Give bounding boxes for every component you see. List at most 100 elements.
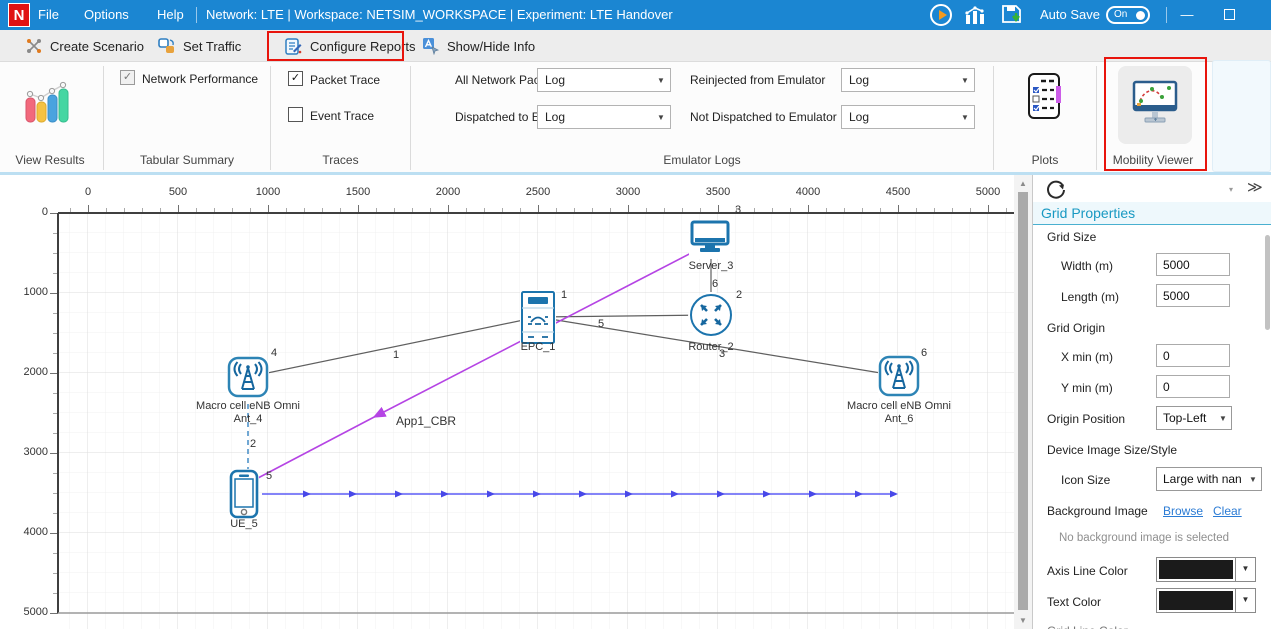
network-performance-label: Network Performance — [142, 72, 259, 86]
router-icon — [690, 294, 732, 336]
grid-line-color-label: Grid Line Color — [1047, 624, 1128, 629]
node-server[interactable] — [689, 220, 731, 259]
enb4-label-line2: Ant_4 — [233, 413, 263, 425]
background-image-label: Background Image — [1047, 504, 1148, 518]
dispatched-to-emulator-value: Log — [545, 110, 566, 124]
menu-options[interactable]: Options — [84, 0, 129, 30]
enb6-label-line2: Ant_6 — [884, 413, 914, 425]
canvas-scrollbar[interactable]: ▲ ▼ — [1014, 175, 1032, 629]
chevron-down-icon: ▼ — [961, 75, 969, 85]
create-scenario-label: Create Scenario — [50, 38, 144, 54]
origin-position-value: Top-Left — [1163, 411, 1207, 425]
panel-title: Grid Properties — [1041, 205, 1136, 221]
maximize-button[interactable] — [1224, 9, 1235, 20]
server-id: 3 — [735, 204, 742, 216]
grid-size-label: Grid Size — [1047, 230, 1097, 244]
browse-link[interactable]: Browse — [1163, 504, 1203, 518]
save-icon[interactable] — [1000, 4, 1024, 26]
ue-label: UE_5 — [230, 518, 258, 530]
x-tick-label: 3000 — [615, 186, 641, 198]
scroll-down-icon[interactable]: ▼ — [1014, 613, 1032, 628]
clear-link[interactable]: Clear — [1213, 504, 1242, 518]
tabular-summary-section-label: Tabular Summary — [139, 153, 235, 167]
scroll-up-icon[interactable]: ▲ — [1014, 176, 1032, 191]
ymin-input[interactable] — [1156, 375, 1230, 398]
all-network-packets-select[interactable]: Log ▼ — [537, 68, 671, 92]
text-color-select[interactable]: ▼ — [1156, 588, 1256, 613]
menu-file[interactable]: File — [38, 0, 59, 30]
scrollbar-thumb[interactable] — [1018, 192, 1028, 610]
origin-position-select[interactable]: Top-Left ▼ — [1156, 406, 1232, 430]
auto-save-toggle[interactable]: On — [1106, 6, 1150, 24]
icon-size-label: Icon Size — [1061, 473, 1111, 487]
not-dispatched-to-emulator-select[interactable]: Log ▼ — [841, 105, 975, 129]
device-image-size-style-label: Device Image Size/Style — [1047, 443, 1178, 457]
panel-scrollbar-thumb[interactable] — [1265, 235, 1270, 330]
node-router[interactable] — [688, 292, 734, 343]
auto-save-label: Auto Save — [1040, 7, 1100, 22]
enb4-label-line1: Macro cell eNB Omni — [196, 400, 300, 412]
run-simulation-icon[interactable] — [930, 4, 952, 26]
chevron-down-icon: ▼ — [657, 112, 665, 122]
plots-icon[interactable] — [1026, 72, 1066, 120]
minimize-button[interactable]: — — [1172, 0, 1202, 30]
server-icon — [690, 220, 730, 252]
packet-trace-checkbox[interactable]: ✓ — [288, 71, 303, 86]
y-tick-label: 0 — [41, 206, 48, 218]
length-label: Length (m) — [1061, 290, 1120, 304]
collapse-panel-icon[interactable]: ≫ — [1247, 178, 1263, 196]
ribbon-end-pane — [1212, 60, 1271, 172]
pin-icon[interactable]: ▾ — [1229, 185, 1233, 194]
show-hide-info-button[interactable]: Show/Hide Info — [422, 30, 535, 62]
x-tick-label: 4000 — [795, 186, 821, 198]
router-label: Router_2 — [688, 341, 734, 353]
axis-line-color-swatch — [1159, 560, 1233, 579]
router-id: 2 — [736, 289, 743, 301]
netsim-window: N File Options Help Network: LTE | Works… — [0, 0, 1271, 629]
y-tick-label: 5000 — [23, 606, 48, 618]
titlebar-separator-2 — [1166, 7, 1167, 23]
chevron-down-icon: ▼ — [1249, 474, 1257, 484]
dispatched-to-emulator-select[interactable]: Log ▼ — [537, 105, 671, 129]
node-enb4[interactable] — [227, 356, 269, 403]
event-trace-checkbox[interactable] — [288, 107, 303, 122]
text-color-swatch — [1159, 591, 1233, 610]
y-tick-label: 1000 — [23, 286, 48, 298]
set-traffic-button[interactable]: Set Traffic — [158, 30, 241, 62]
create-scenario-button[interactable]: Create Scenario — [25, 30, 144, 62]
configure-reports-icon — [285, 37, 302, 55]
enb4-id: 4 — [271, 347, 278, 359]
mobility-viewer-section-label: Mobility Viewer — [1112, 153, 1194, 167]
length-input[interactable] — [1156, 284, 1230, 307]
not-dispatched-to-emulator-label: Not Dispatched to Emulator — [690, 110, 837, 124]
mobility-viewer-button[interactable] — [1118, 66, 1192, 144]
origin-position-label: Origin Position — [1047, 412, 1126, 426]
results-chart-icon[interactable] — [964, 5, 988, 25]
show-hide-info-icon — [423, 38, 440, 55]
enb6-label-line1: Macro cell eNB Omni — [847, 400, 951, 412]
reinjected-from-emulator-value: Log — [849, 73, 870, 87]
x-tick-label: 3500 — [705, 186, 731, 198]
configure-reports-button[interactable]: Configure Reports — [284, 30, 416, 62]
node-ue[interactable] — [229, 469, 259, 524]
menu-help[interactable]: Help — [157, 0, 184, 30]
xmin-input[interactable] — [1156, 344, 1230, 367]
refresh-icon[interactable] — [1045, 179, 1067, 201]
y-tick-label: 3000 — [23, 446, 48, 458]
reinjected-from-emulator-label: Reinjected from Emulator — [690, 73, 826, 87]
server-label: Server_3 — [688, 260, 734, 272]
link-label-enb4-epc: 1 — [393, 349, 400, 361]
icon-size-select[interactable]: Large with nan ▼ — [1156, 467, 1262, 491]
node-enb6[interactable] — [878, 355, 920, 402]
reinjected-from-emulator-select[interactable]: Log ▼ — [841, 68, 975, 92]
width-input[interactable] — [1156, 253, 1230, 276]
all-network-packets-value: Log — [545, 73, 566, 87]
x-tick-label: 5000 — [975, 186, 1001, 198]
view-results-icon[interactable] — [22, 78, 72, 126]
icon-size-value: Large with nan — [1163, 472, 1242, 486]
network-performance-checkbox[interactable]: ✓ — [120, 70, 135, 85]
no-background-message: No background image is selected — [1059, 532, 1230, 544]
set-traffic-icon — [158, 38, 174, 53]
link-label-epc-enb6: 5 — [598, 318, 605, 330]
axis-line-color-select[interactable]: ▼ — [1156, 557, 1256, 582]
